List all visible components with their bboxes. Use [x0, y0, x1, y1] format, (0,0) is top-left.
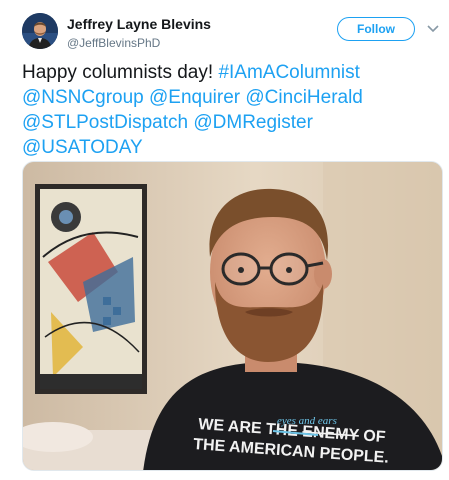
- tweet-photo[interactable]: eyes and ears WE ARE THE ENEMY OF THE AM…: [22, 161, 443, 471]
- avatar-image: [22, 13, 58, 49]
- mention-link[interactable]: @DMRegister: [193, 112, 313, 133]
- tweet-text: Happy columnists day! #IAmAColumnist @NS…: [22, 60, 432, 160]
- mention-link[interactable]: @NSNCgroup: [22, 87, 144, 108]
- author-handle[interactable]: @JeffBlevinsPhD: [67, 35, 211, 51]
- follow-button[interactable]: Follow: [337, 17, 415, 41]
- mention-link[interactable]: @Enquirer: [149, 87, 240, 108]
- tweet-lead-text: Happy columnists day!: [22, 62, 214, 83]
- photo-image: eyes and ears WE ARE THE ENEMY OF THE AM…: [23, 162, 442, 470]
- mention-link[interactable]: @USATODAY: [22, 137, 143, 158]
- hashtag-link[interactable]: #IAmAColumnist: [218, 62, 360, 83]
- author-display-name[interactable]: Jeffrey Layne Blevins: [67, 16, 211, 32]
- author-info: Jeffrey Layne Blevins @JeffBlevinsPhD: [67, 16, 211, 51]
- mention-link[interactable]: @STLPostDispatch: [22, 112, 188, 133]
- tweet-card: Jeffrey Layne Blevins @JeffBlevinsPhD Fo…: [0, 0, 449, 480]
- avatar[interactable]: [22, 13, 58, 49]
- mention-link[interactable]: @CinciHerald: [245, 87, 363, 108]
- wall-painting: [35, 184, 147, 394]
- shirt-line1c: OF: [358, 427, 386, 446]
- chevron-down-icon[interactable]: [426, 22, 440, 36]
